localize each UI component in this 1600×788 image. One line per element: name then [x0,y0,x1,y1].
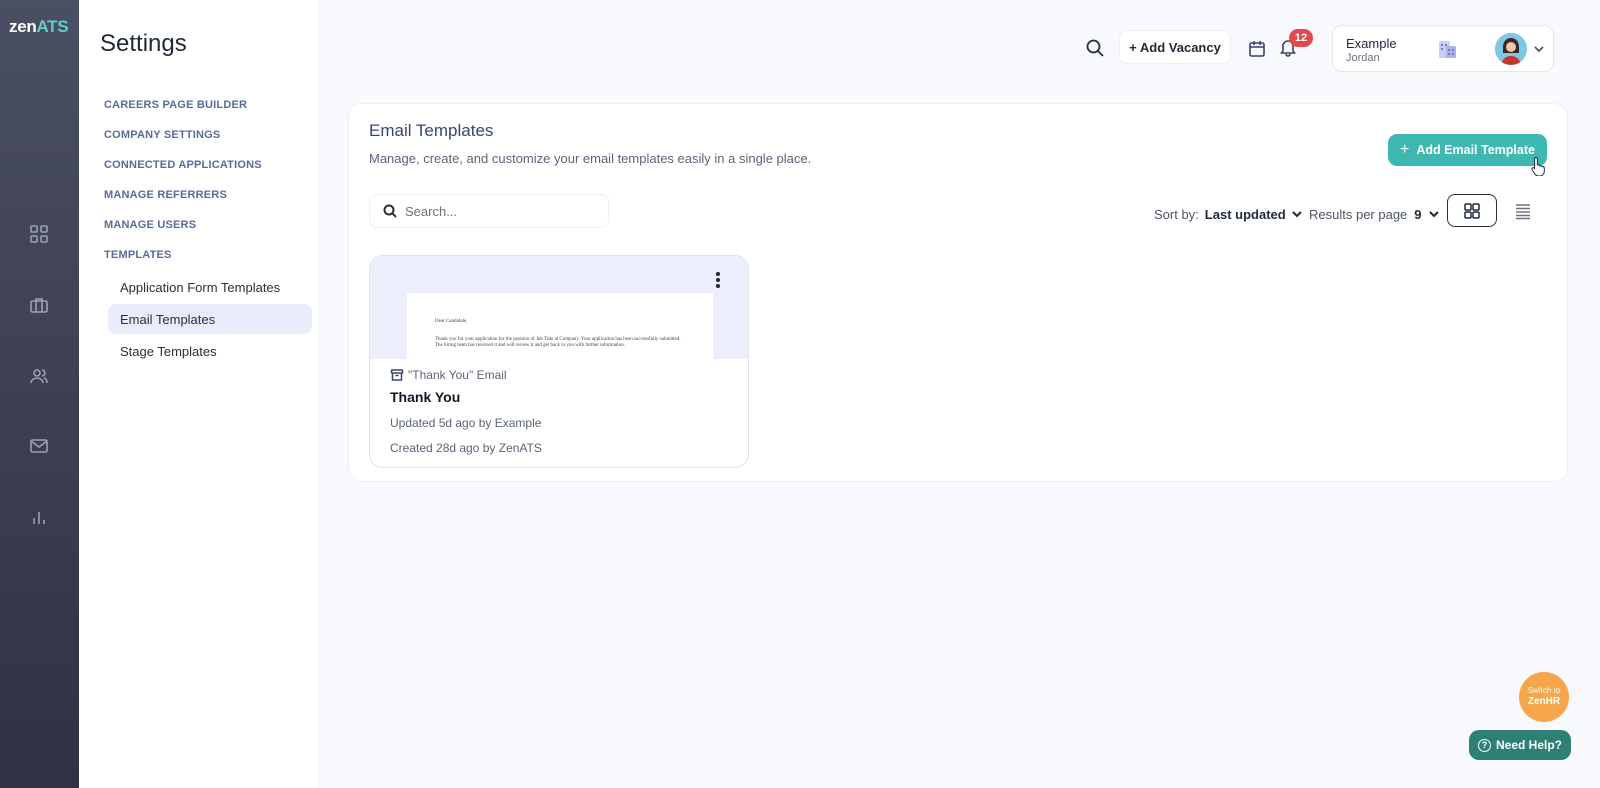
mail-icon[interactable] [27,434,51,458]
account-switcher[interactable]: Example Jordan [1332,25,1554,72]
nav-company-settings[interactable]: COMPANY SETTINGS [104,129,220,141]
search-icon[interactable] [1085,38,1109,62]
chevron-down-icon [1428,207,1439,222]
account-user: Jordan [1346,52,1380,64]
template-category: "Thank You" Email [390,368,507,382]
need-help-label: Need Help? [1495,738,1562,752]
search-field[interactable] [369,194,609,228]
analytics-icon[interactable] [27,505,51,529]
switch-line2: ZenHR [1527,695,1561,707]
preview-body: Thank you for your application for the p… [435,337,681,348]
hand-cursor-icon [1531,156,1547,177]
list-icon [1516,203,1530,219]
preview-greeting: Dear Candidate, [435,319,468,324]
calendar-icon[interactable] [1247,39,1269,61]
more-options-icon[interactable] [712,270,724,290]
nav-stage-templates[interactable]: Stage Templates [108,336,312,366]
settings-sidebar: Settings CAREERS PAGE BUILDER COMPANY SE… [79,0,317,788]
account-name: Example [1346,36,1397,51]
search-icon [383,204,397,218]
nav-email-templates[interactable]: Email Templates [108,304,312,334]
sort-label: Sort by: [1154,207,1199,222]
template-category-label: "Thank You" Email [408,368,507,382]
page-title: Settings [100,30,187,57]
chevron-down-icon[interactable] [1533,42,1545,54]
app-rail: zenATS [0,0,79,788]
nav-connected-applications[interactable]: CONNECTED APPLICATIONS [104,159,262,171]
template-updated: Updated 5d ago by Example [390,416,542,430]
avatar[interactable] [1495,33,1527,65]
rpp-label: Results per page [1309,207,1408,222]
grid-icon [1464,202,1480,219]
notification-badge: 12 [1289,29,1313,47]
nav-templates[interactable]: TEMPLATES [104,249,172,261]
template-name: Thank You [390,389,461,405]
nav-careers-page-builder[interactable]: CAREERS PAGE BUILDER [104,99,247,111]
switch-line1: Switch to [1527,686,1561,696]
template-preview-page: Dear Candidate, Thank you for your appli… [407,293,713,359]
grid-view-button[interactable] [1447,194,1497,227]
building-icon [1436,38,1458,60]
switch-to-zenhr-button[interactable]: Switch to ZenHR [1519,672,1569,722]
add-email-template-button[interactable]: + Add Email Template [1388,134,1547,166]
template-created: Created 28d ago by ZenATS [390,441,542,455]
nav-manage-referrers[interactable]: MANAGE REFERRERS [104,189,227,201]
sort-value: Last updated [1204,207,1286,222]
need-help-button[interactable]: ? Need Help? [1469,730,1571,760]
list-view-button[interactable] [1499,194,1547,227]
rpp-value: 9 [1414,207,1422,222]
dashboard-icon[interactable] [27,222,51,246]
section-title: Email Templates [369,121,494,140]
nav-application-form-templates[interactable]: Application Form Templates [108,272,312,302]
search-input[interactable] [405,203,595,219]
add-email-template-label: Add Email Template [1416,143,1535,157]
plus-icon: + [1400,141,1410,158]
question-icon: ? [1477,738,1491,752]
archive-icon [390,369,404,381]
add-vacancy-button[interactable]: + Add Vacancy [1119,30,1231,64]
email-templates-panel: Email Templates Manage, create, and cust… [348,103,1568,482]
briefcase-icon[interactable] [27,293,51,317]
chevron-down-icon [1291,207,1302,222]
sort-dropdown[interactable]: Sort by: Last updated [1154,207,1302,222]
template-card[interactable]: Dear Candidate, Thank you for your appli… [369,255,749,468]
section-description: Manage, create, and customize your email… [369,151,812,166]
results-per-page-dropdown[interactable]: Results per page 9 [1309,207,1439,222]
logo[interactable]: zenATS [9,17,69,37]
template-preview: Dear Candidate, Thank you for your appli… [370,256,748,359]
users-icon[interactable] [27,364,51,388]
nav-manage-users[interactable]: MANAGE USERS [104,219,196,231]
